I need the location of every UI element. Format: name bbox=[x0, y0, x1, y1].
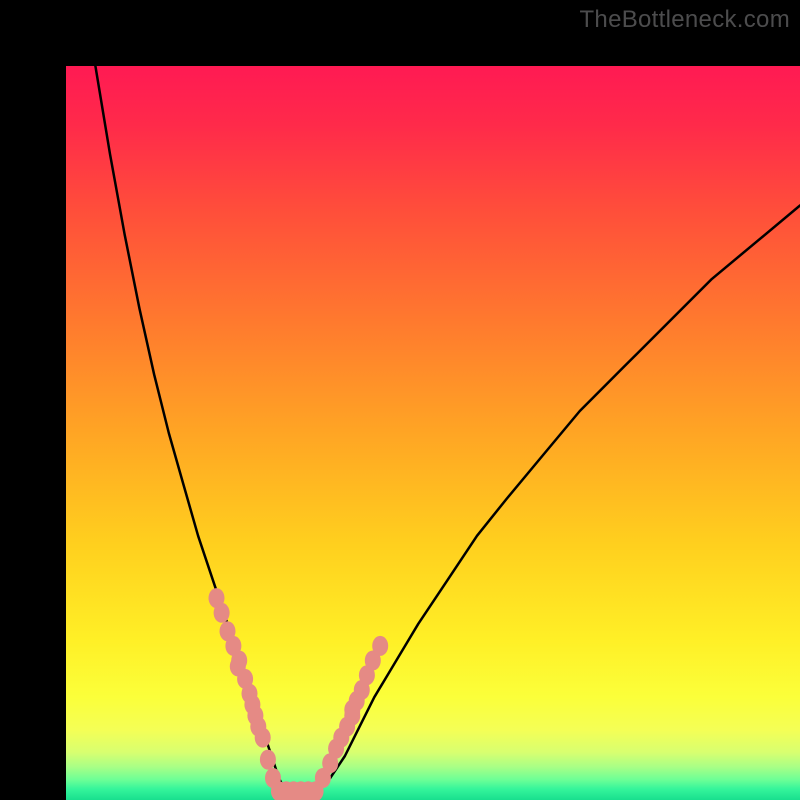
marker-dot bbox=[260, 750, 276, 770]
watermark-text: TheBottleneck.com bbox=[579, 6, 790, 34]
chart-plot-area bbox=[66, 66, 800, 800]
marker-dot bbox=[214, 603, 230, 623]
marker-dot bbox=[372, 636, 388, 656]
gradient-background bbox=[66, 66, 800, 800]
marker-dot bbox=[255, 728, 271, 748]
chart-svg bbox=[66, 66, 800, 800]
chart-frame bbox=[0, 0, 800, 800]
